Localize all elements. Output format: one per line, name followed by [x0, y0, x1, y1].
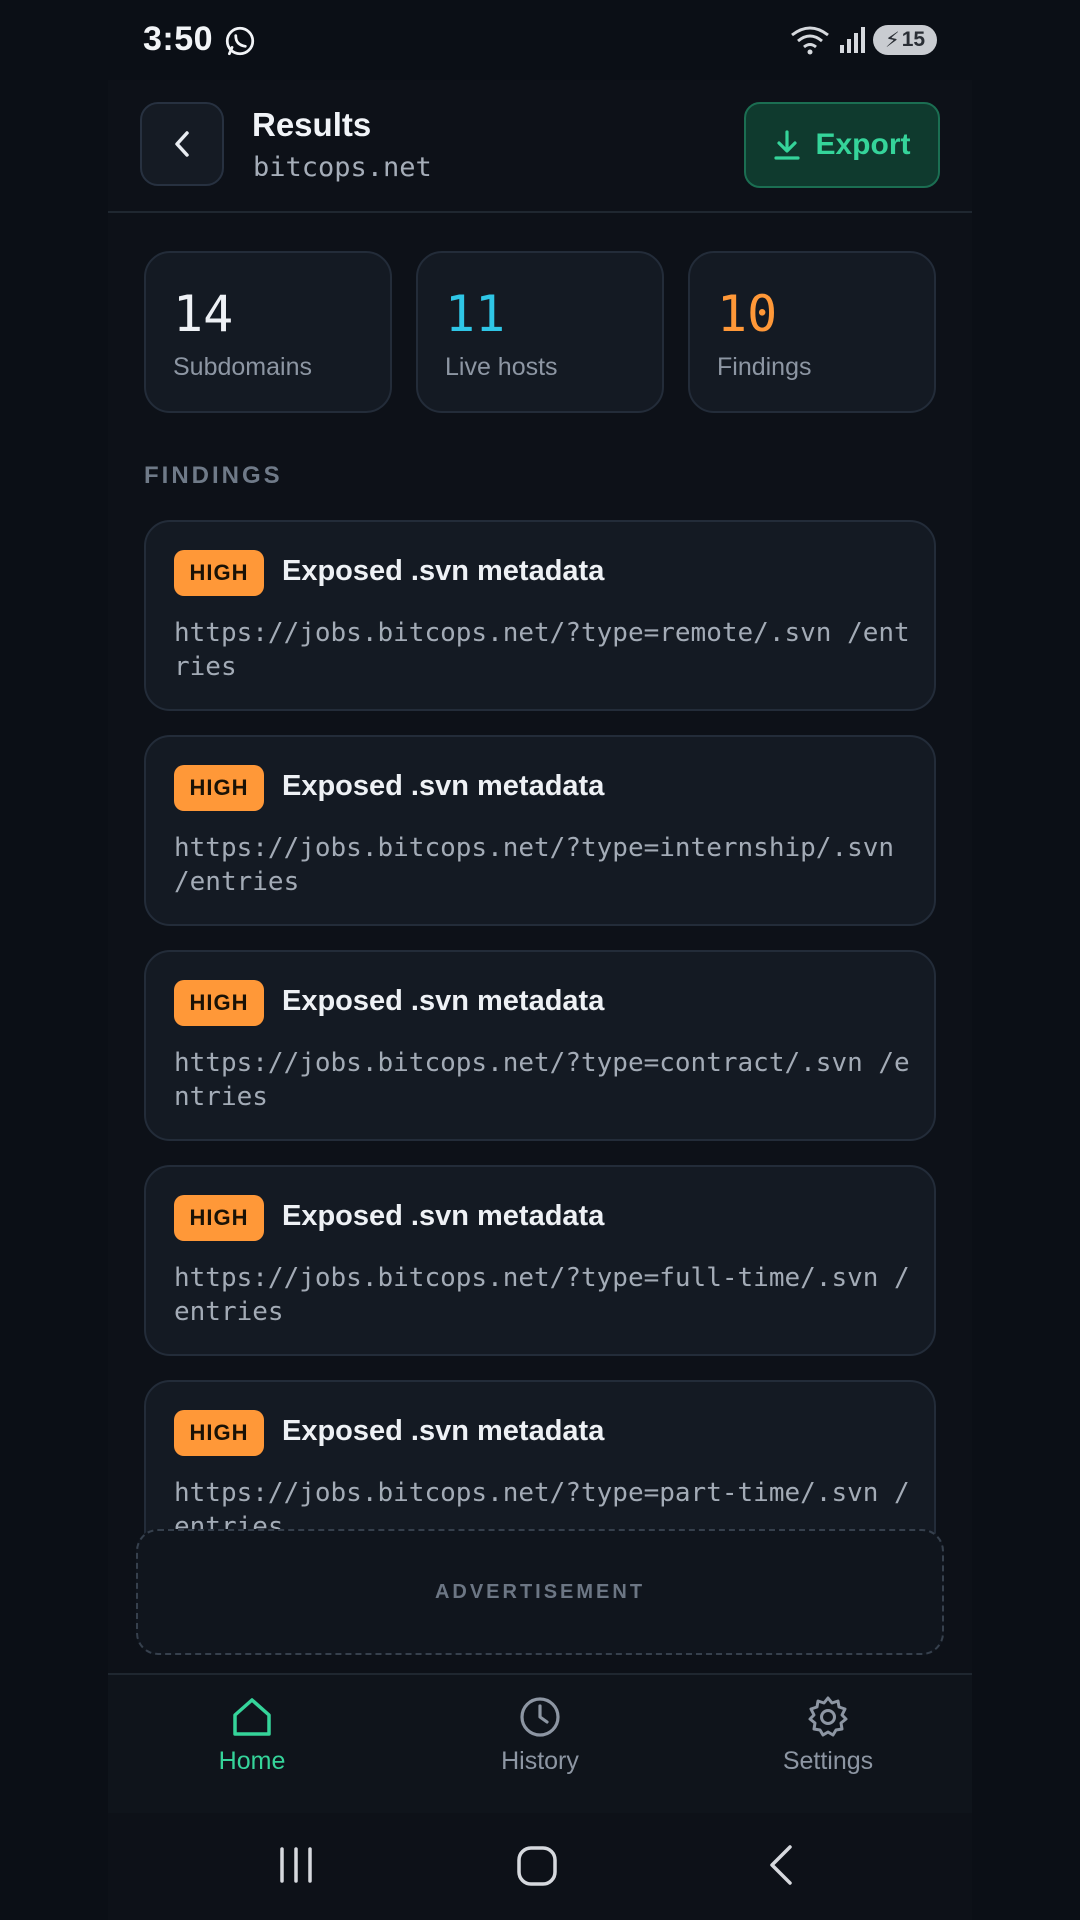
advertisement-banner[interactable]: ADVERTISEMENT [136, 1529, 944, 1655]
battery-icon: ⚡ 15 [873, 25, 937, 55]
stat-card-subdomains: 14 Subdomains [144, 251, 392, 413]
nav-label-settings: Settings [782, 1747, 874, 1775]
advertisement-label: ADVERTISEMENT [434, 1580, 646, 1603]
severity-badge: HIGH [174, 1195, 264, 1241]
nav-item-home[interactable]: Home [152, 1695, 352, 1776]
stat-label: Findings [717, 353, 812, 381]
gear-icon [808, 1696, 848, 1737]
charging-bolt-icon: ⚡ [884, 28, 900, 52]
back-system-icon[interactable] [766, 1843, 796, 1887]
stat-value: 10 [717, 285, 778, 343]
app-screen: Results bitcops.net Export 14 Subdomains… [108, 80, 972, 1920]
severity-badge: HIGH [174, 765, 264, 811]
stats-row: 14 Subdomains 11 Live hosts 10 Findings [144, 251, 936, 413]
findings-list[interactable]: HIGH Exposed .svn metadata https://jobs.… [144, 520, 936, 1650]
severity-badge: HIGH [174, 980, 264, 1026]
stat-value: 11 [445, 285, 506, 343]
system-nav-bar [108, 1813, 972, 1920]
target-domain: bitcops.net [253, 152, 432, 183]
back-button[interactable] [140, 102, 224, 186]
home-system-icon[interactable] [516, 1845, 558, 1887]
finding-card[interactable]: HIGH Exposed .svn metadata https://jobs.… [144, 950, 936, 1141]
clock-icon [520, 1697, 560, 1737]
status-time: 3:50 [143, 20, 214, 58]
finding-card[interactable]: HIGH Exposed .svn metadata https://jobs.… [144, 520, 936, 711]
export-label: Export [815, 128, 911, 161]
finding-url: https://jobs.bitcops.net/?type=internshi… [174, 833, 895, 897]
stat-card-live-hosts: 11 Live hosts [416, 251, 664, 413]
recent-apps-icon[interactable] [276, 1845, 316, 1885]
finding-title: Exposed .svn metadata [282, 1415, 605, 1447]
stat-label: Subdomains [173, 353, 312, 381]
chevron-left-icon [175, 131, 189, 157]
nav-label-history: History [501, 1747, 579, 1775]
finding-url: https://jobs.bitcops.net/?type=full-time… [174, 1263, 910, 1327]
page-title: Results [252, 106, 372, 143]
home-icon [233, 1698, 271, 1736]
signal-icon [840, 27, 865, 53]
findings-section-label: FINDINGS [144, 462, 283, 489]
severity-badge: HIGH [174, 1410, 264, 1456]
nav-label-home: Home [218, 1747, 286, 1775]
results-header: Results bitcops.net Export [108, 80, 972, 213]
severity-badge: HIGH [174, 550, 264, 596]
bottom-nav: Home History Settings [108, 1673, 972, 1813]
finding-card[interactable]: HIGH Exposed .svn metadata https://jobs.… [144, 1165, 936, 1356]
nav-item-settings[interactable]: Settings [728, 1695, 928, 1776]
wifi-icon [791, 26, 829, 55]
finding-url: https://jobs.bitcops.net/?type=contract/… [174, 1048, 910, 1112]
finding-title: Exposed .svn metadata [282, 985, 605, 1017]
status-bar: 3:50 ⚡ 15 [0, 0, 1080, 80]
stat-value: 14 [173, 285, 234, 343]
download-icon [774, 130, 801, 160]
whatsapp-icon [225, 26, 255, 56]
finding-title: Exposed .svn metadata [282, 1200, 605, 1232]
nav-item-history[interactable]: History [440, 1695, 640, 1776]
status-icons [790, 22, 868, 58]
finding-title: Exposed .svn metadata [282, 555, 605, 587]
stat-card-findings: 10 Findings [688, 251, 936, 413]
finding-card[interactable]: HIGH Exposed .svn metadata https://jobs.… [144, 735, 936, 926]
finding-title: Exposed .svn metadata [282, 770, 605, 802]
battery-level: 15 [901, 28, 926, 51]
export-button[interactable]: Export [744, 102, 940, 188]
stat-label: Live hosts [445, 353, 558, 381]
finding-url: https://jobs.bitcops.net/?type=remote/.s… [174, 618, 910, 682]
